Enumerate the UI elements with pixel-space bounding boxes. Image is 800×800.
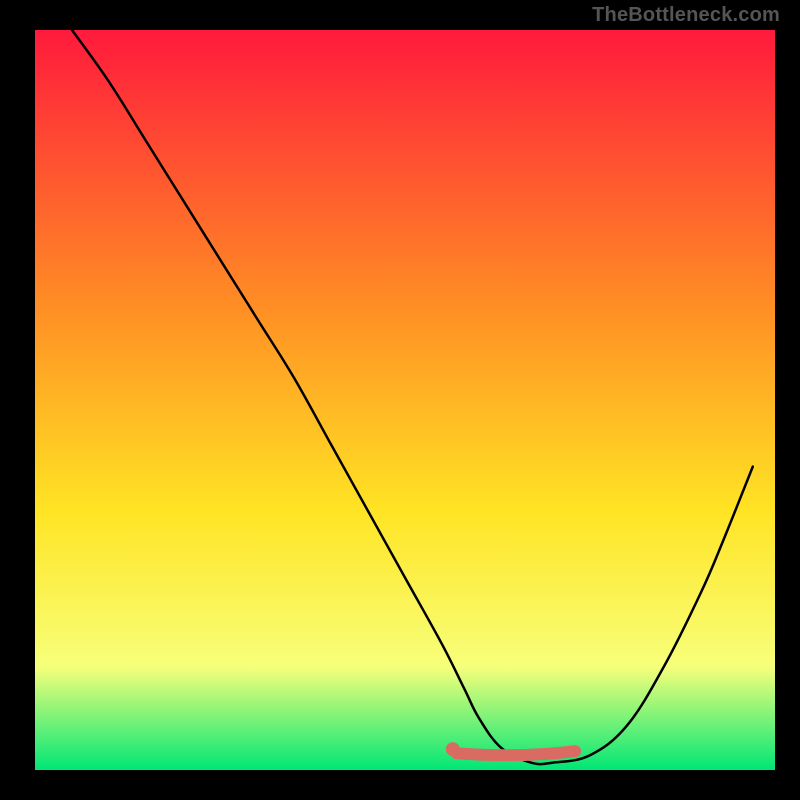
bottleneck-chart — [0, 0, 800, 800]
optimal-start-dot — [446, 742, 460, 756]
chart-container: TheBottleneck.com — [0, 0, 800, 800]
optimal-range-marker — [457, 751, 575, 755]
attribution-label: TheBottleneck.com — [592, 4, 780, 27]
